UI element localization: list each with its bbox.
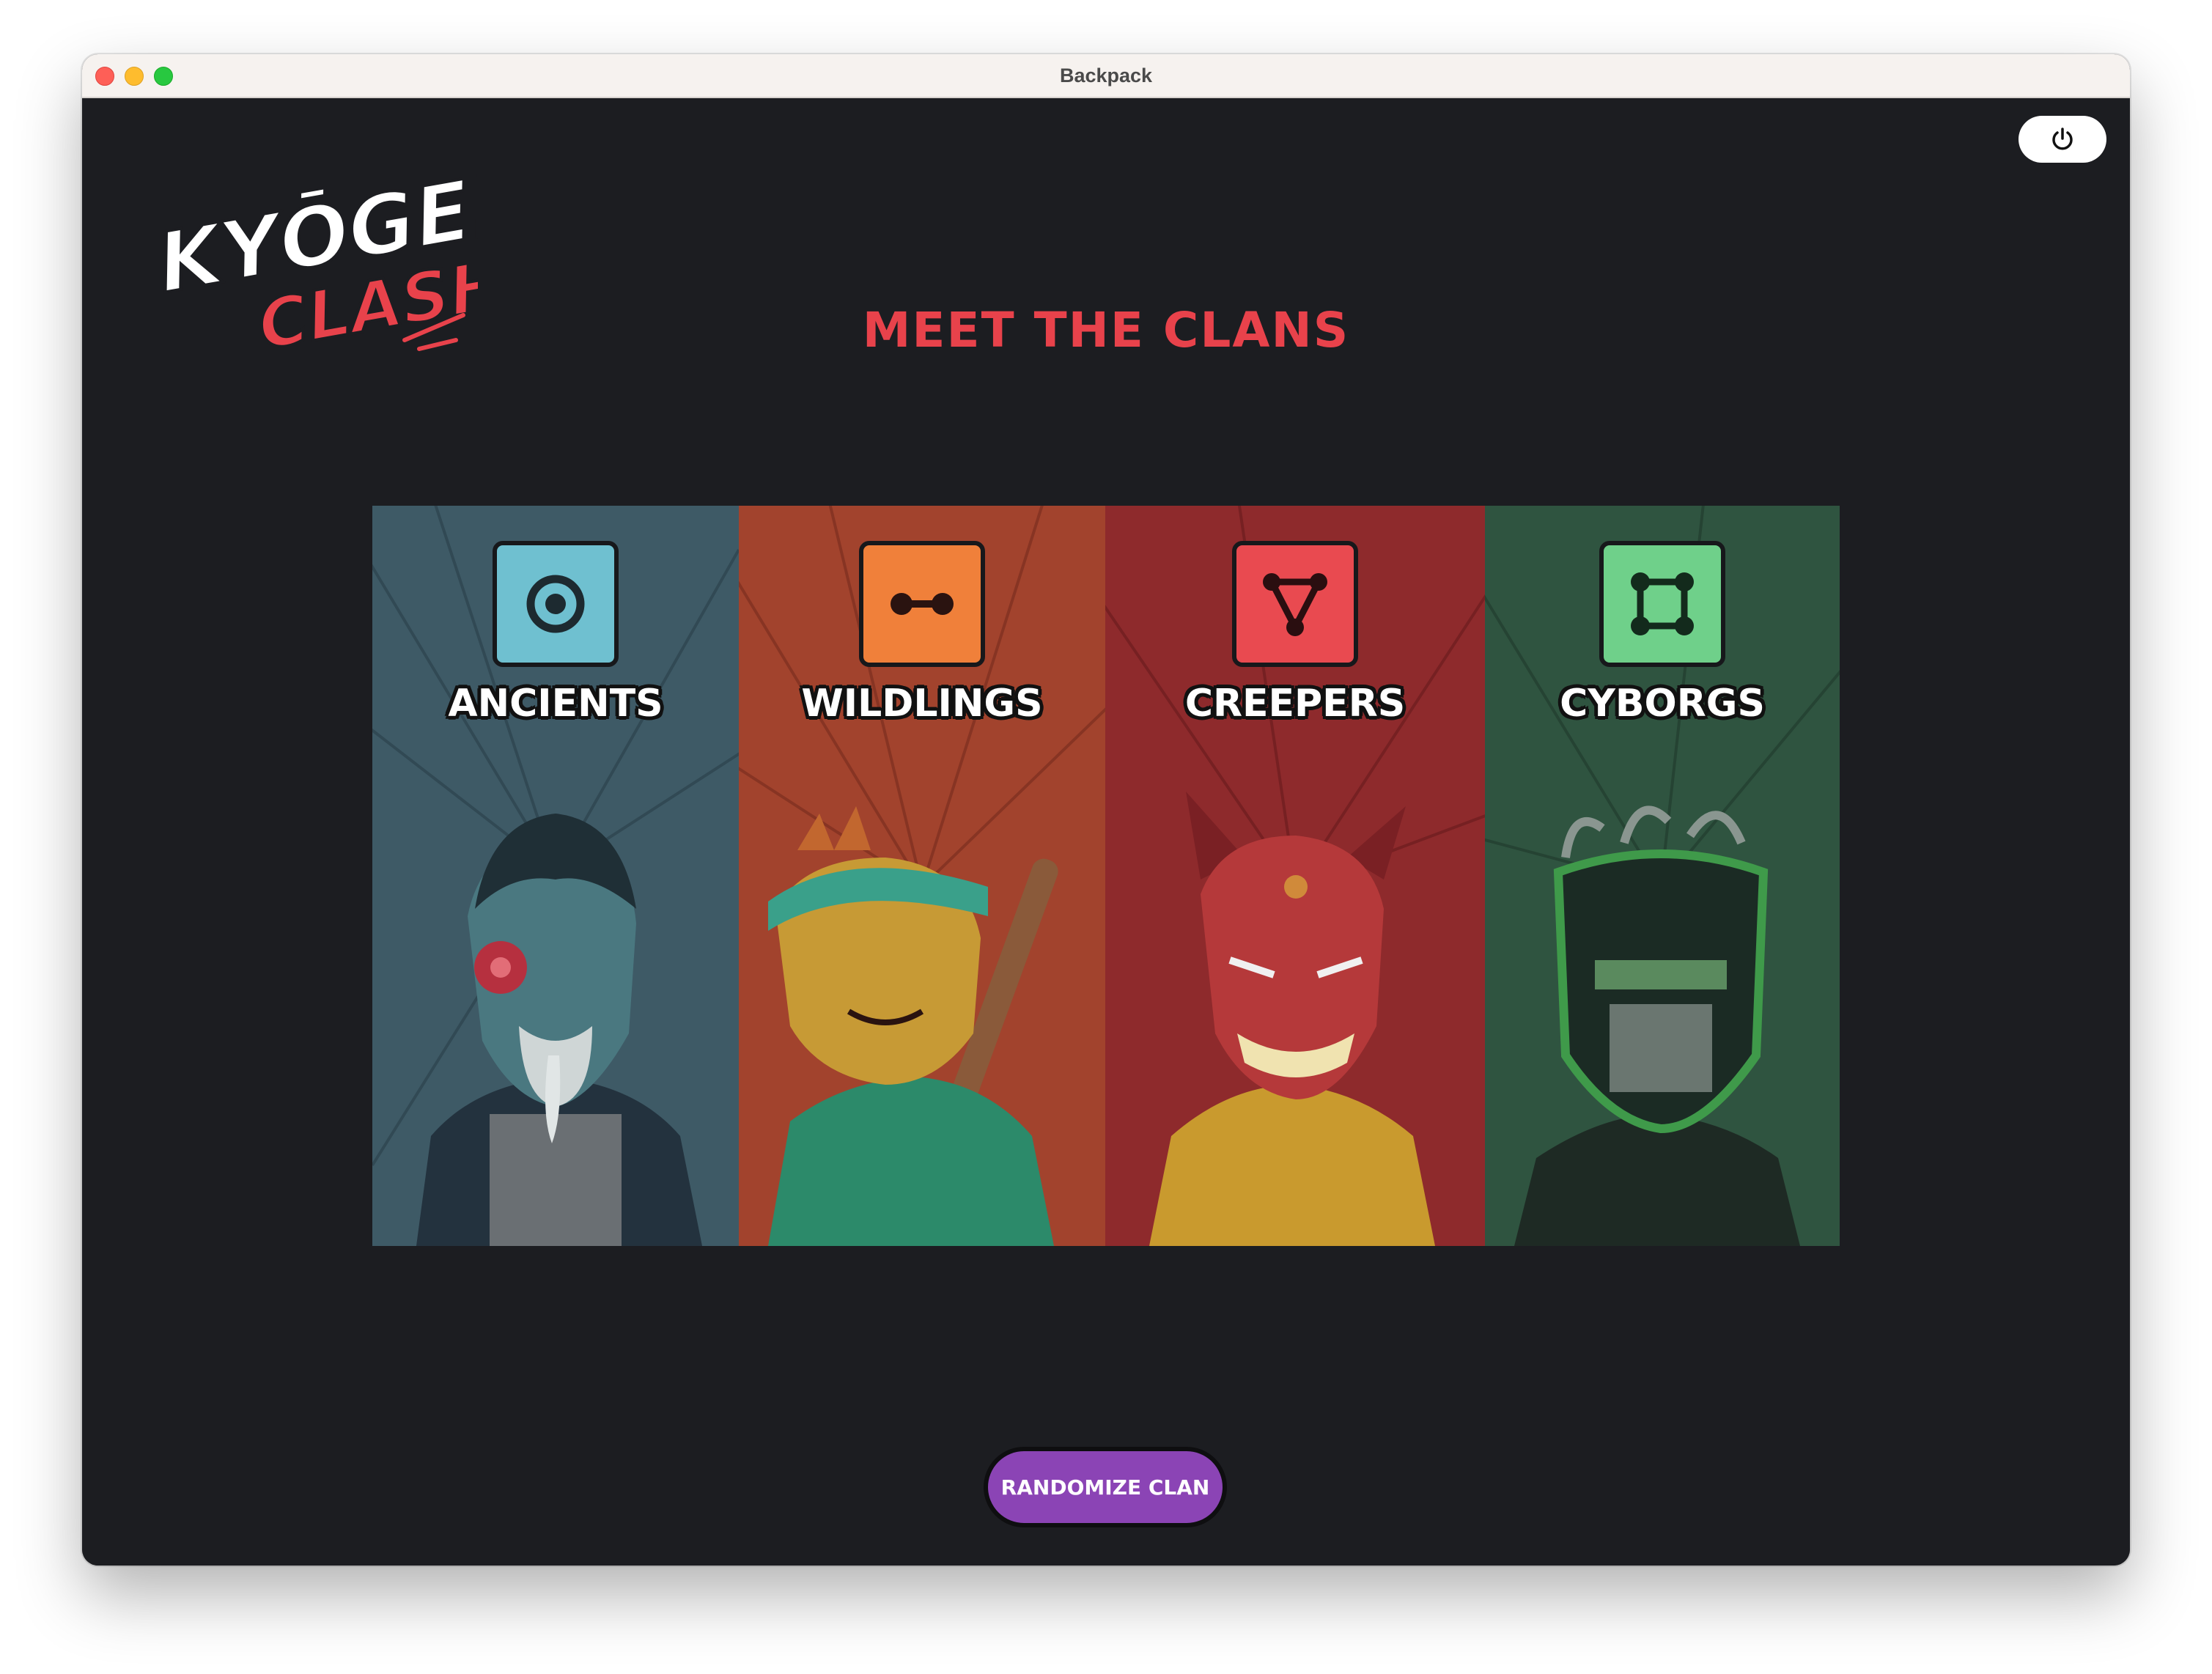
triangle-nodes-icon [1263,573,1327,636]
clan-name: WILDLINGS [801,682,1043,726]
clan-selector: ANCIENTS WILDLINGS CREEPERS CYBORGS [372,506,1840,1246]
wildling-character-illustration [768,806,1058,1246]
clan-name: CYBORGS [1560,682,1765,726]
clan-card-creepers[interactable]: CREEPERS [1105,506,1485,1246]
clan-name: ANCIENTS [448,682,663,726]
page-title: MEET THE CLANS [862,302,1350,358]
clan-card-ancients[interactable]: ANCIENTS [372,506,739,1246]
randomize-clan-button[interactable]: RANDOMIZE CLAN [984,1447,1227,1527]
clan-name: CREEPERS [1184,682,1406,726]
main-content: KYŌGEN CLASH MEET THE CLANS ANCIENTS WIL… [82,98,2130,1566]
clan-card-wildlings[interactable]: WILDLINGS [739,506,1105,1246]
title-bar: Backpack [82,54,2130,98]
clan-card-cyborgs[interactable]: CYBORGS [1485,506,1840,1246]
creeper-character-illustration [1149,792,1435,1246]
power-icon [2052,128,2073,150]
clan-emblem [859,541,985,667]
square-nodes-icon [1631,572,1694,635]
clan-emblem [1599,541,1725,667]
target-circle-icon [526,575,585,633]
ancient-character-illustration [416,814,702,1246]
cyborg-character-illustration [1514,805,1800,1246]
power-button[interactable] [2019,116,2106,163]
dumbbell-link-icon [891,593,954,615]
clan-emblem [1232,541,1358,667]
clan-emblem [493,541,619,667]
window-title: Backpack [1059,64,1153,86]
app-window: Backpack KYŌGEN CLASH MEET THE CLANS ANC… [82,54,2130,1566]
